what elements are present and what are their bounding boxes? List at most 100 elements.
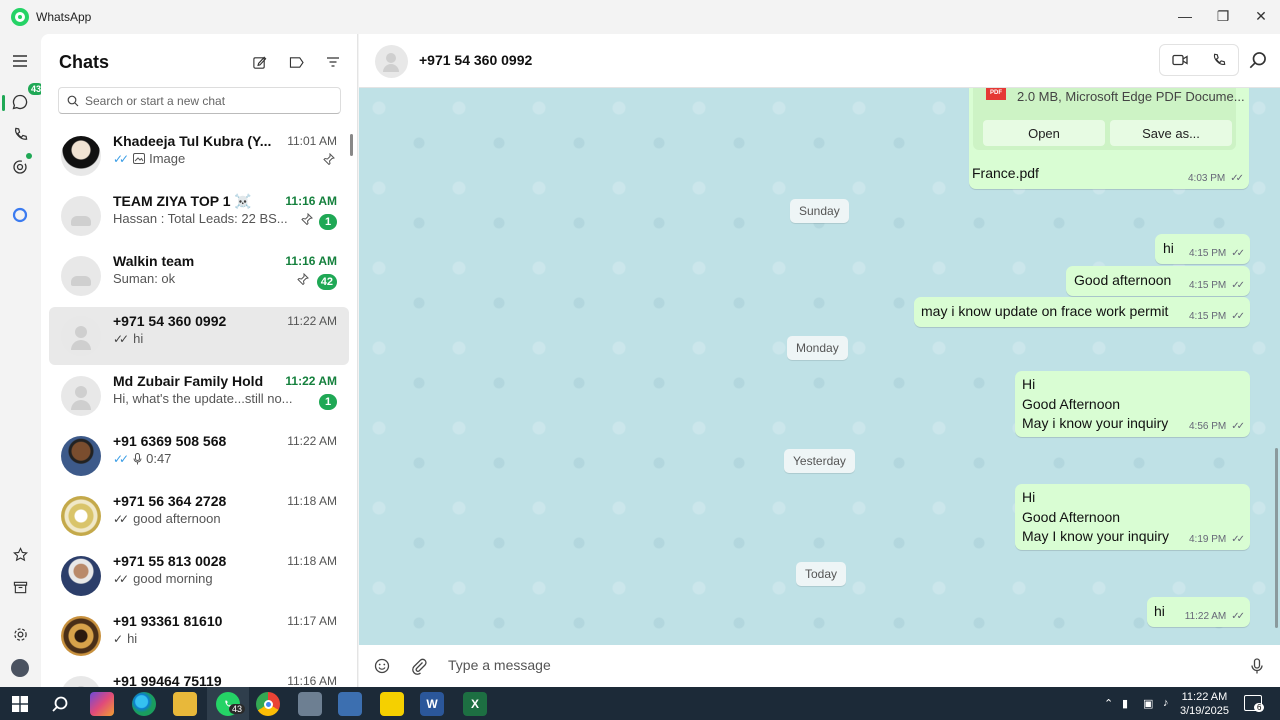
file-explorer-icon[interactable] <box>173 692 197 716</box>
chat-time: 11:22 AM <box>287 434 337 448</box>
chat-list-item[interactable]: +971 56 364 2728 11:18 AM ✓✓ good aftern… <box>49 487 349 545</box>
read-receipt-icon: ✓✓ <box>113 571 129 586</box>
microphone-icon <box>133 452 142 464</box>
starred-messages-icon[interactable] <box>9 543 31 565</box>
microphone-icon[interactable] <box>1248 657 1266 675</box>
message-time: 4:15 PM ✓✓ <box>1188 280 1245 291</box>
word-icon[interactable]: W <box>420 692 444 716</box>
message-text: hi <box>1163 240 1174 256</box>
network-icon[interactable]: ▣ <box>1143 697 1153 710</box>
avatar <box>61 376 101 416</box>
chat-preview-text: hi <box>133 331 144 346</box>
search-icon <box>67 95 79 106</box>
calculator-icon[interactable] <box>338 692 362 716</box>
unread-count-badge: 1 <box>319 394 337 410</box>
chat-list-item[interactable]: +971 55 813 0028 11:18 AM ✓✓ good mornin… <box>49 547 349 605</box>
close-window-button[interactable]: ✕ <box>1242 0 1280 32</box>
attach-paperclip-icon[interactable] <box>410 657 428 675</box>
battery-icon[interactable]: ▮ <box>1122 697 1128 710</box>
chat-name: +91 99464 75119 <box>113 673 222 687</box>
labels-icon[interactable] <box>286 52 306 72</box>
copilot-icon[interactable] <box>90 692 114 716</box>
read-receipt-icon: ✓✓ <box>113 331 129 346</box>
whatsapp-logo-icon <box>11 8 29 26</box>
emoji-icon[interactable] <box>373 657 391 675</box>
chat-list-item[interactable]: TEAM ZIYA TOP 1 ☠️ 11:16 AM Hassan : Tot… <box>49 187 349 245</box>
search-in-chat-icon[interactable] <box>1249 51 1267 69</box>
message-bubble-out: hi 11:22 AM ✓✓ <box>1147 597 1250 627</box>
message-input[interactable]: Type a message <box>448 657 551 673</box>
message-time: 4:15 PM ✓✓ <box>1188 311 1245 322</box>
settings-gear-icon[interactable] <box>9 623 31 645</box>
snipping-tool-icon[interactable] <box>298 692 322 716</box>
meta-ai-icon[interactable] <box>9 204 31 226</box>
calls-nav-icon[interactable] <box>9 123 31 145</box>
chat-preview: Hassan : Total Leads: 22 BS... <box>113 211 288 226</box>
contact-avatar[interactable] <box>375 45 408 78</box>
search-bar[interactable]: Search or start a new chat <box>58 87 341 114</box>
message-text: hi <box>1154 603 1165 619</box>
chat-list-item[interactable]: Md Zubair Family Hold 11:22 AM Hi, what'… <box>49 367 349 425</box>
message-time: 4:56 PM ✓✓ <box>1188 421 1245 432</box>
read-receipt-icon: ✓✓ <box>113 511 129 526</box>
message-time: 4:15 PM ✓✓ <box>1188 248 1245 259</box>
volume-icon[interactable]: ♪ <box>1163 697 1169 709</box>
read-receipt-icon: ✓✓ <box>113 451 129 466</box>
menu-icon[interactable] <box>9 50 31 72</box>
date-divider: Today <box>796 562 847 586</box>
file-attachment-card[interactable]: PDF 2.0 MB, Microsoft Edge PDF Docume...… <box>973 88 1245 150</box>
chat-time: 11:16 AM <box>285 254 337 268</box>
open-file-button[interactable]: Open <box>983 120 1105 146</box>
chat-name: Khadeeja Tul Kubra (Y... <box>113 133 272 149</box>
chat-list-item-active[interactable]: +971 54 360 0992 11:22 AM ✓✓ hi <box>49 307 349 365</box>
chat-name: TEAM ZIYA TOP 1 ☠️ <box>113 193 252 209</box>
restore-button[interactable]: ❐ <box>1204 0 1242 32</box>
chat-list-item[interactable]: +91 6369 508 568 11:22 AM ✓✓ 0:47 <box>49 427 349 485</box>
pin-icon <box>301 213 313 225</box>
chrome-browser-icon[interactable] <box>256 692 280 716</box>
unread-count-badge: 42 <box>316 274 337 290</box>
chat-name: +971 55 813 0028 <box>113 553 227 569</box>
chats-nav-icon[interactable]: 43 <box>9 83 45 113</box>
message-text: Hi Good Afternoon May I know your inquir… <box>1022 489 1170 544</box>
archived-icon[interactable] <box>9 576 31 598</box>
date-divider: Yesterday <box>784 449 855 473</box>
search-taskbar-icon[interactable] <box>48 692 72 716</box>
chat-preview-text: 0:47 <box>146 451 172 466</box>
show-hidden-icons-chevron-icon[interactable]: ⌃ <box>1104 697 1113 710</box>
search-input[interactable]: Search or start a new chat <box>85 94 225 108</box>
message-scrollbar[interactable] <box>1275 448 1278 628</box>
chat-list-item[interactable]: +91 93361 81610 11:17 AM ✓ hi <box>49 607 349 665</box>
avatar <box>61 256 101 296</box>
video-call-button[interactable] <box>1160 45 1199 75</box>
chat-list-panel: Chats Search or start a new chat Khadeej… <box>41 34 358 687</box>
filter-icon[interactable] <box>323 52 343 72</box>
edge-browser-icon[interactable] <box>132 692 156 716</box>
taskbar-clock[interactable]: 11:22 AM 3/19/2025 <box>1180 690 1229 718</box>
chat-time: 11:16 AM <box>285 194 337 208</box>
sticky-notes-icon[interactable] <box>380 692 404 716</box>
status-nav-icon[interactable] <box>9 153 32 178</box>
chat-list-scrollbar[interactable] <box>350 134 353 156</box>
chat-list-item[interactable]: Khadeeja Tul Kubra (Y... 11:01 AM ✓✓ Ima… <box>49 127 349 185</box>
new-chat-icon[interactable] <box>249 52 269 72</box>
message-time: 4:03 PM ✓✓ <box>1187 173 1244 184</box>
chat-name: Walkin team <box>113 253 195 269</box>
chat-preview: ✓✓ hi <box>113 331 303 346</box>
voice-call-button[interactable] <box>1199 45 1238 75</box>
profile-avatar[interactable] <box>9 657 31 679</box>
chat-list-item[interactable]: Walkin team 11:16 AM Suman: ok 42 <box>49 247 349 305</box>
chat-list-item[interactable]: +91 99464 75119 11:16 AM <box>49 667 349 687</box>
notification-count-badge: 6 <box>1254 703 1265 712</box>
title-bar: WhatsApp — ❐ ✕ <box>0 0 1280 34</box>
message-time: 4:19 PM ✓✓ <box>1188 534 1245 545</box>
date-divider: Sunday <box>790 199 849 223</box>
contact-name[interactable]: +971 54 360 0992 <box>419 52 532 68</box>
message-area[interactable]: PDF 2.0 MB, Microsoft Edge PDF Docume...… <box>359 88 1280 645</box>
avatar <box>61 556 101 596</box>
save-as-button[interactable]: Save as... <box>1110 120 1232 146</box>
excel-icon[interactable]: X <box>463 692 487 716</box>
minimize-button[interactable]: — <box>1166 0 1204 32</box>
windows-start-icon[interactable] <box>8 692 32 716</box>
chat-time: 11:18 AM <box>287 494 337 508</box>
